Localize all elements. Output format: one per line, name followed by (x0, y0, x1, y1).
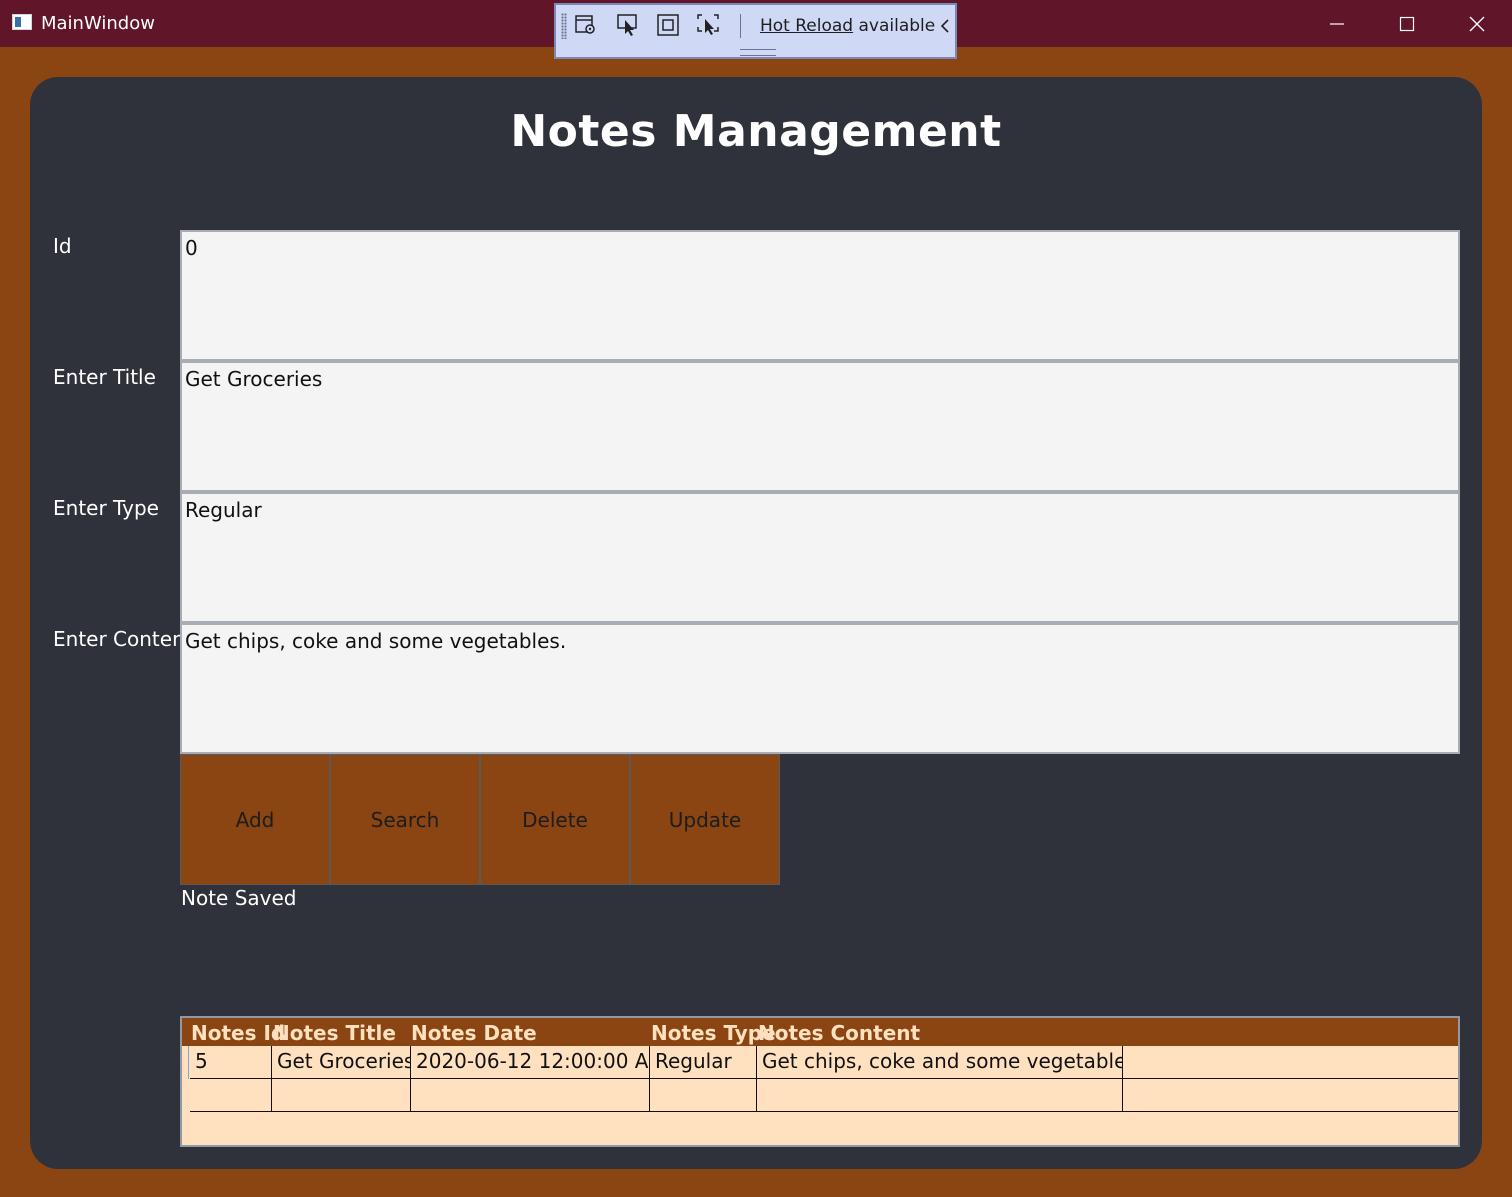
table-cell[interactable]: 2020-06-12 12:00:00 AM (411, 1046, 650, 1078)
table-cell[interactable] (411, 1079, 650, 1111)
column-header[interactable]: Notes Title (273, 1021, 396, 1045)
table-cell[interactable]: Get Groceries (272, 1046, 411, 1078)
table-cell[interactable] (757, 1079, 1123, 1111)
update-button[interactable]: Update (630, 754, 780, 885)
pointer-button[interactable] (614, 11, 642, 39)
toolbar-separator (740, 14, 741, 38)
content-input[interactable] (180, 623, 1460, 754)
pointer-icon (617, 14, 637, 36)
table-cell[interactable]: Get chips, coke and some vegetables. (757, 1046, 1123, 1078)
collapse-chevron-icon (940, 19, 949, 33)
maximize-button[interactable] (1372, 0, 1442, 47)
hot-reload-suffix: available (853, 16, 936, 36)
title-label: Enter Title (53, 365, 156, 389)
id-label: Id (53, 234, 72, 258)
content-label: Enter Content (53, 627, 193, 651)
table-row[interactable] (190, 1079, 1458, 1112)
column-header[interactable]: Notes Content (758, 1021, 920, 1045)
page-title: Notes Management (510, 106, 1002, 157)
hot-reload-link[interactable]: Hot Reload (760, 16, 853, 36)
status-message: Note Saved (181, 886, 297, 910)
search-button[interactable]: Search (330, 754, 480, 885)
grid-header: Notes Id Notes Title Notes Date Notes Ty… (182, 1018, 1458, 1046)
table-cell[interactable] (190, 1079, 272, 1111)
title-input[interactable] (180, 361, 1460, 492)
window-title: MainWindow (41, 13, 155, 34)
select-element-button[interactable] (572, 11, 600, 39)
display-layout-icon (657, 14, 679, 36)
table-row[interactable]: 5 Get Groceries 2020-06-12 12:00:00 AM R… (190, 1046, 1458, 1079)
drag-grip[interactable] (561, 13, 567, 39)
track-focus-button[interactable] (694, 11, 722, 39)
type-label: Enter Type (53, 496, 159, 520)
column-header[interactable]: Notes Type (651, 1021, 776, 1045)
table-cell[interactable] (650, 1079, 757, 1111)
collapse-button[interactable] (936, 14, 954, 38)
display-layout-button[interactable] (654, 11, 682, 39)
maximize-icon (1399, 16, 1415, 31)
add-button[interactable]: Add (180, 754, 330, 885)
track-focus-icon (697, 14, 719, 35)
type-input[interactable] (180, 492, 1460, 623)
app-icon (12, 14, 32, 30)
column-header[interactable]: Notes Date (411, 1021, 537, 1045)
table-cell[interactable] (272, 1079, 411, 1111)
column-header[interactable]: Notes Id (191, 1021, 285, 1045)
toolbar-resize-handle[interactable] (740, 49, 776, 56)
select-element-icon (575, 15, 595, 34)
minimize-button[interactable] (1302, 0, 1372, 47)
table-cell[interactable]: 5 (190, 1046, 272, 1078)
id-input[interactable] (180, 230, 1460, 361)
minimize-icon (1330, 22, 1344, 25)
notes-data-grid[interactable]: Notes Id Notes Title Notes Date Notes Ty… (180, 1016, 1460, 1147)
close-icon (1469, 16, 1485, 31)
row-header-indicator[interactable] (182, 1046, 189, 1079)
delete-button[interactable]: Delete (480, 754, 630, 885)
table-cell[interactable]: Regular (650, 1046, 757, 1078)
hot-reload-toolbar: Hot Reload available (554, 3, 957, 59)
hot-reload-status: Hot Reload available (760, 16, 935, 36)
close-button[interactable] (1442, 0, 1512, 47)
